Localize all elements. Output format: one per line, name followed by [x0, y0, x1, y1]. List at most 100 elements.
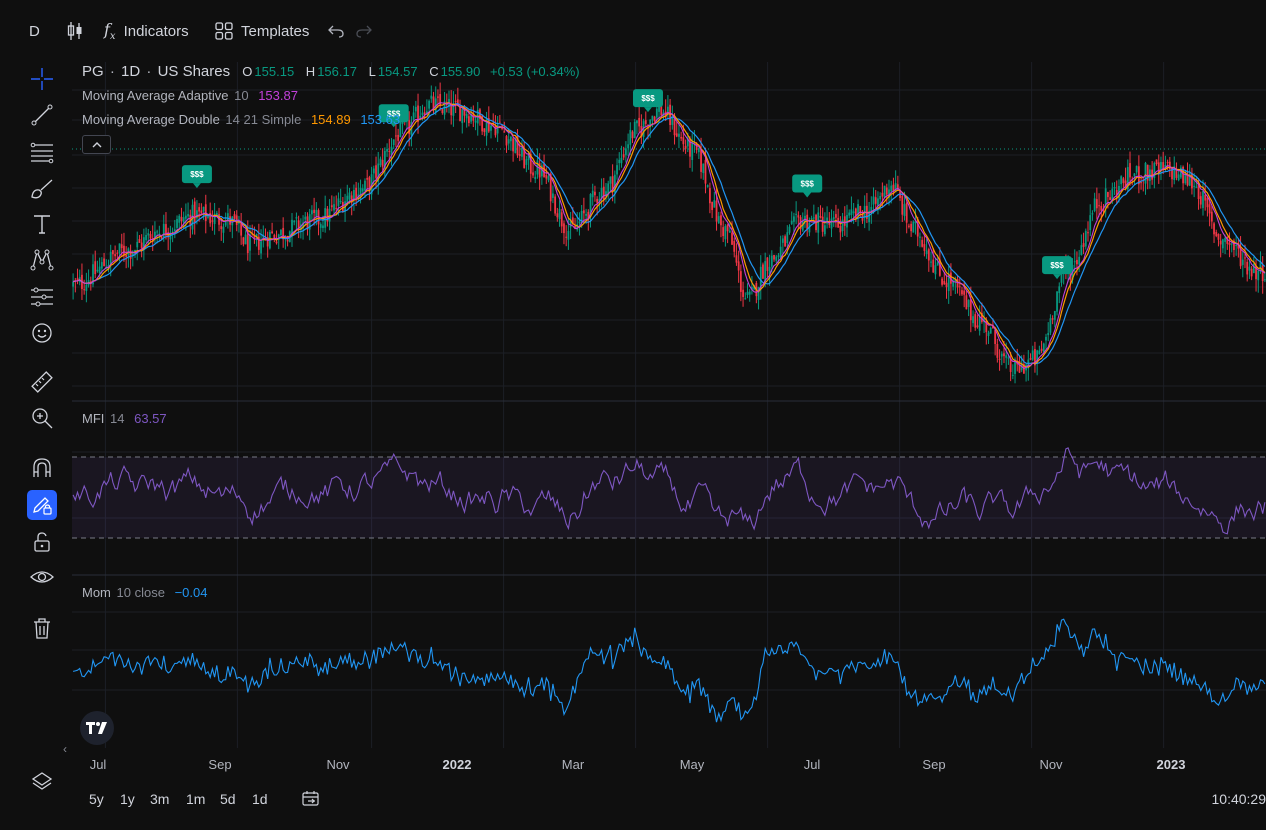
candle-body	[972, 316, 974, 324]
candle-body	[1109, 197, 1112, 200]
range-1m[interactable]: 1m	[186, 791, 205, 807]
candle-body	[709, 188, 711, 204]
candle-body	[392, 139, 395, 146]
candle-body	[706, 185, 709, 187]
range-3m[interactable]: 3m	[150, 791, 169, 807]
candle-body	[969, 299, 972, 321]
candle-body	[83, 289, 86, 291]
candle-body	[733, 241, 736, 252]
candle-body	[207, 216, 209, 218]
candle-body	[622, 154, 625, 158]
candle-body	[874, 197, 877, 204]
range-5y[interactable]: 5y	[89, 791, 104, 807]
candle-body	[414, 106, 417, 112]
candle-body	[1215, 232, 1218, 237]
dividend-label: $$$	[190, 170, 204, 179]
candle-body	[582, 210, 585, 214]
candle-body	[198, 207, 201, 212]
symbol-label[interactable]: PG	[82, 63, 104, 80]
candle-body	[182, 217, 185, 223]
candle-body	[1053, 311, 1056, 320]
range-5d[interactable]: 5d	[220, 791, 236, 807]
candle-body	[1206, 197, 1209, 208]
goto-date-button[interactable]	[302, 791, 320, 810]
candle-body	[454, 101, 457, 103]
candle-body	[921, 239, 924, 247]
candle-body	[1040, 348, 1043, 351]
bottom-toolbar: 5y 1y 3m 1m 5d 1d 10:40:29	[72, 782, 1266, 816]
candle-body	[567, 230, 570, 240]
collapse-legend-button[interactable]	[82, 135, 111, 154]
candle-body	[901, 195, 904, 215]
candle-body	[545, 174, 548, 179]
candle-body	[1093, 198, 1096, 211]
candle-body	[260, 241, 262, 254]
candle-body	[958, 286, 961, 288]
candle-body	[616, 165, 618, 175]
mfi-legend[interactable]: MFI 14 63.57	[82, 411, 169, 426]
candle-body	[1235, 244, 1238, 247]
candle-body	[697, 148, 700, 153]
ma-adaptive-params: 10	[234, 88, 249, 103]
ma-double-legend[interactable]: Moving Average Double 14 21 Simple 154.8…	[82, 112, 402, 127]
candle-body	[1031, 350, 1034, 360]
range-1y[interactable]: 1y	[120, 791, 135, 807]
candle-body	[1248, 266, 1251, 271]
mfi-params: 14	[110, 411, 125, 426]
candle-body	[490, 125, 492, 131]
candle-body	[1195, 186, 1198, 188]
candle-body	[903, 204, 906, 216]
x-tick-label: Mar	[562, 757, 585, 772]
candle-body	[1011, 374, 1014, 376]
x-tick-label: May	[680, 757, 705, 772]
candle-body	[945, 282, 948, 288]
dividend-pointer	[1053, 274, 1062, 280]
candle-body	[932, 259, 935, 273]
low-key: L	[368, 64, 376, 79]
candle-body	[930, 261, 932, 263]
candle-body	[116, 252, 119, 254]
high-key: H	[305, 64, 316, 79]
candle-body	[118, 243, 121, 254]
candle-body	[388, 150, 391, 152]
candle-body	[100, 262, 103, 269]
candle-body	[987, 332, 990, 337]
candle-body	[631, 131, 634, 139]
candle-body	[1073, 261, 1076, 263]
candle-body	[178, 215, 181, 223]
ma-adaptive-value: 153.87	[258, 88, 298, 103]
mom-params: 10 close	[116, 585, 165, 600]
candle-body	[596, 198, 599, 203]
candle-body	[510, 136, 512, 142]
candle-body	[242, 237, 245, 245]
candle-body	[98, 266, 101, 274]
tradingview-logo[interactable]	[80, 711, 114, 745]
candle-body	[976, 325, 979, 328]
range-1d[interactable]: 1d	[252, 791, 268, 807]
candle-body	[682, 137, 685, 145]
candle-body	[819, 215, 822, 218]
mom-legend[interactable]: Mom 10 close −0.04	[82, 585, 209, 600]
mfi-band	[72, 456, 1266, 539]
ma-double-params: 14 21 Simple	[225, 112, 302, 127]
candle-body	[149, 234, 152, 239]
candle-body	[823, 225, 826, 235]
candle-body	[547, 176, 550, 181]
candle-body	[103, 258, 105, 267]
candle-body	[1007, 357, 1010, 359]
candle-body	[518, 154, 521, 156]
candle-body	[998, 358, 1001, 360]
candle-body	[585, 213, 587, 216]
candle-body	[788, 226, 791, 233]
candle-body	[563, 223, 565, 234]
candle-body	[961, 290, 963, 295]
candle-body	[1140, 182, 1142, 184]
candle-body	[525, 159, 528, 165]
ma-double-name: Moving Average Double	[82, 112, 220, 127]
ma-adaptive-legend[interactable]: Moving Average Adaptive 10 153.87	[82, 88, 300, 103]
close-key: C	[429, 64, 439, 79]
scroll-left-arrow[interactable]: ‹	[63, 742, 67, 756]
candle-body	[459, 106, 461, 121]
candle-body	[773, 255, 775, 260]
candle-body	[910, 223, 913, 232]
